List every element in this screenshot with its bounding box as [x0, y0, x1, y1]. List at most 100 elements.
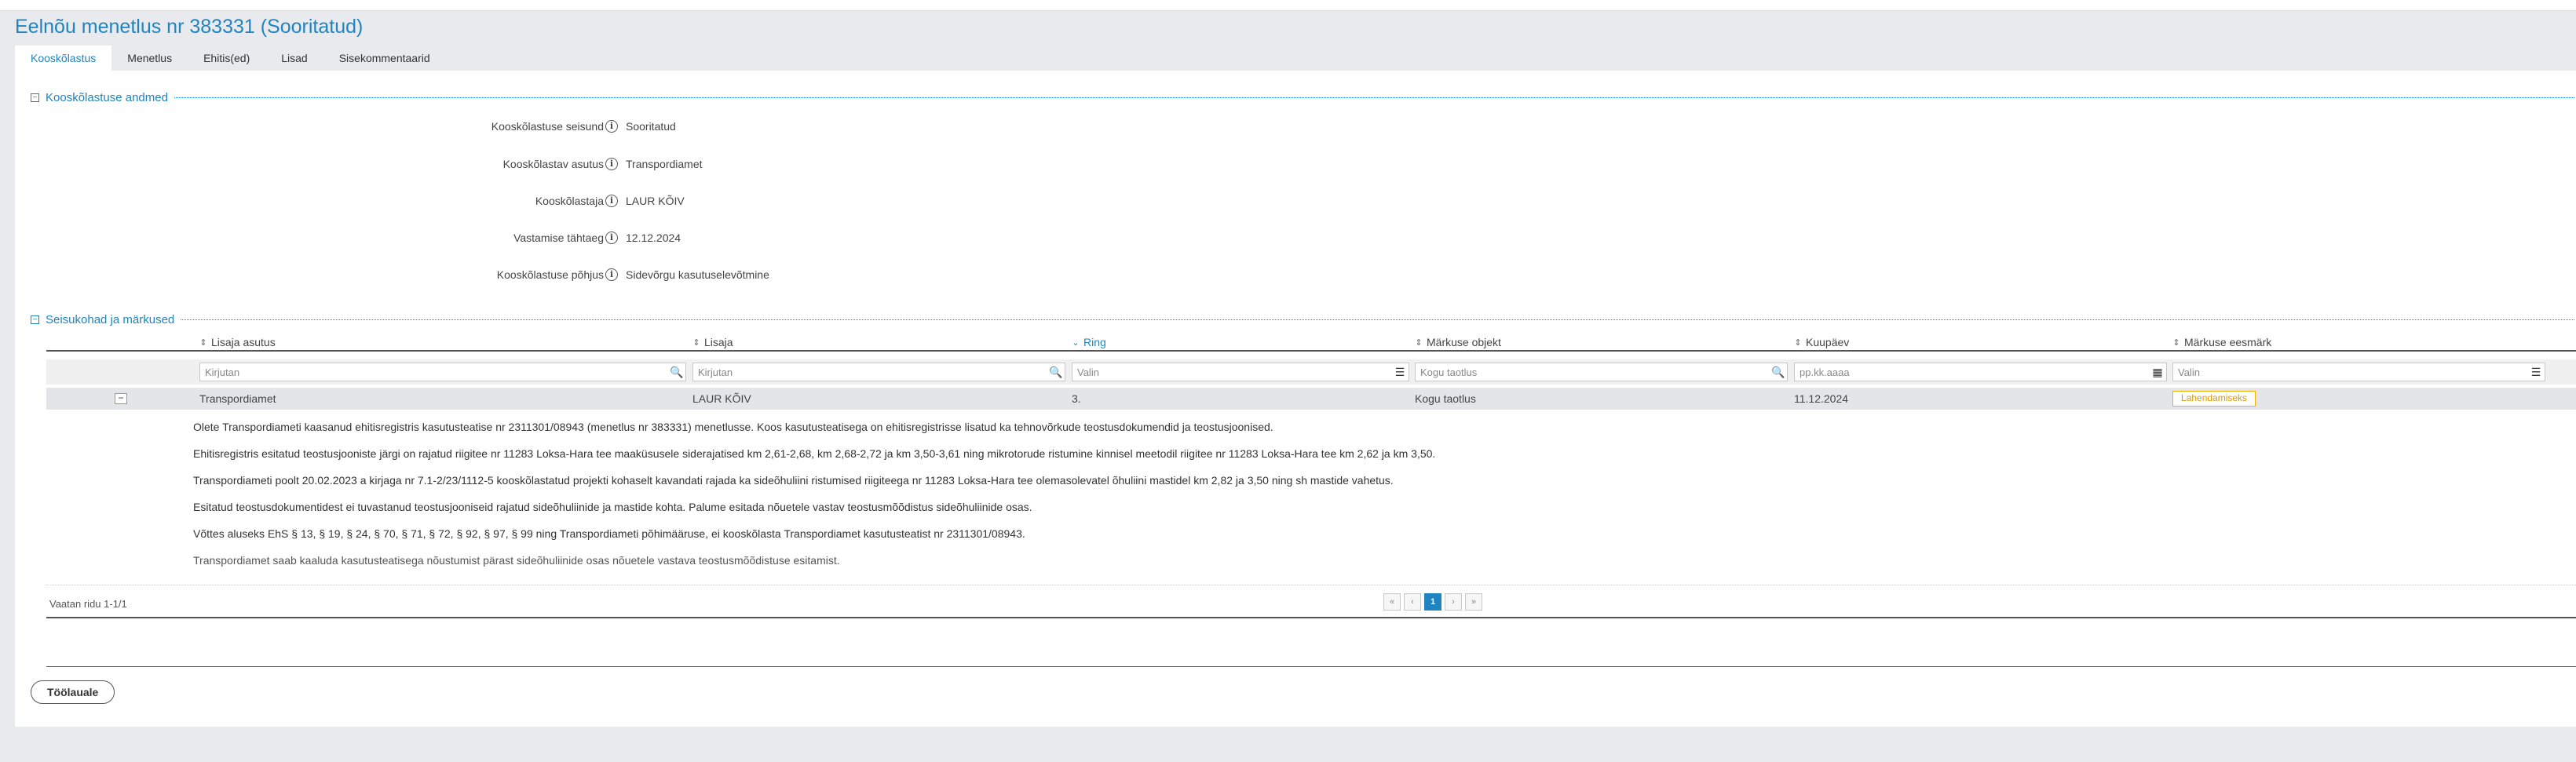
section-divider [174, 97, 2574, 98]
filter-row: 🔍 🔍 ☰ 🔍 ▦ ☰ [46, 359, 2576, 385]
search-icon[interactable]: 🔍 [1770, 366, 1787, 379]
filter-purpose: ☰ [2172, 363, 2545, 381]
filter-adder: 🔍 [692, 363, 1065, 381]
field-label: Kooskõlastuse põhjus [496, 268, 604, 281]
next-page-button[interactable]: › [1445, 593, 1462, 611]
field-approval-reason: Kooskõlastuse põhjus i Sidevõrgu kasutus… [15, 266, 957, 285]
field-label: Vastamise tähtaeg [513, 232, 604, 244]
pagination: « ‹ 1 › » [1383, 593, 1482, 611]
filter-date: ▦ [1794, 363, 2167, 381]
remarks-section-title: Seisukohad ja märkused [46, 312, 175, 326]
first-page-button[interactable]: « [1383, 593, 1401, 611]
field-deadline: Vastamise tähtaeg i 12.12.2024 [15, 229, 957, 248]
remark-paragraph: Transpordiamet saab kaaluda kasutusteati… [193, 554, 840, 567]
sort-icon: ⇕ [692, 337, 700, 348]
column-header-agency[interactable]: ⇕ Lisaja asutus [199, 336, 276, 348]
prev-page-button[interactable]: ‹ [1404, 593, 1421, 611]
search-icon[interactable]: 🔍 [1047, 366, 1065, 379]
field-approval-status: Kooskõlastuse seisund i Sooritatud [15, 118, 957, 137]
filter-agency-input[interactable] [200, 363, 668, 381]
column-label: Märkuse eesmärk [2184, 336, 2272, 348]
column-label: Märkuse objekt [1427, 336, 1501, 348]
collapse-icon[interactable]: − [31, 93, 39, 102]
cell-date: 11.12.2024 [1794, 392, 1849, 405]
grid-header: ⇕ Lisaja asutus ⇕ Lisaja ⌄ Ring ⇕ Märkus… [46, 334, 2576, 352]
filter-agency: 🔍 [199, 363, 686, 381]
calendar-icon[interactable]: ▦ [2149, 366, 2166, 379]
tab-panel: − Kooskõlastuse andmed Kooskõlastuse sei… [15, 71, 2576, 727]
sort-icon: ⇕ [199, 337, 207, 348]
cell-agency: Transpordiamet [199, 392, 276, 405]
field-approving-agency: Kooskõlastav asutus i Transpordiamet [15, 155, 957, 174]
filter-date-input[interactable] [1795, 363, 2149, 381]
column-label: Lisaja [704, 336, 733, 348]
field-value: Transpordiamet [626, 158, 703, 170]
current-page-button[interactable]: 1 [1424, 593, 1441, 611]
filter-round: ☰ [1072, 363, 1409, 381]
status-badge: Lahendamiseks [2172, 391, 2256, 407]
column-label: Lisaja asutus [211, 336, 276, 348]
filter-round-select[interactable] [1072, 363, 1391, 381]
info-icon[interactable]: i [605, 158, 618, 170]
field-value: LAUR KÕIV [626, 195, 685, 207]
tab-ehitised[interactable]: Ehitis(ed) [188, 46, 265, 71]
pager-status: Vaatan ridu 1-1/1 [49, 598, 127, 610]
footer-divider [46, 666, 2576, 667]
column-header-object[interactable]: ⇕ Märkuse objekt [1415, 336, 1501, 348]
pager-row: Vaatan ridu 1-1/1 « ‹ 1 › » [46, 585, 2576, 616]
approval-section-header[interactable]: − Kooskõlastuse andmed [31, 89, 2574, 105]
sort-icon: ⇕ [1415, 337, 1423, 348]
column-label: Ring [1083, 336, 1106, 348]
cell-round: 3. [1072, 392, 1081, 405]
column-header-round[interactable]: ⌄ Ring [1072, 336, 1106, 348]
remark-paragraph: Transpordiameti poolt 20.02.2023 a kirja… [193, 474, 1394, 487]
column-header-purpose[interactable]: ⇕ Märkuse eesmärk [2172, 336, 2271, 348]
collapse-icon[interactable]: − [31, 315, 39, 324]
cell-object: Kogu taotlus [1415, 392, 1476, 405]
info-icon[interactable]: i [605, 120, 618, 133]
sort-icon: ⇕ [1794, 337, 1802, 348]
remark-paragraph: Ehitisregistris esitatud teostusjooniste… [193, 447, 1436, 460]
section-divider [181, 319, 2574, 320]
table-bottom-border [46, 617, 2576, 618]
field-label: Kooskõlastav asutus [502, 158, 604, 170]
approval-section-title: Kooskõlastuse andmed [46, 90, 168, 104]
filter-purpose-select[interactable] [2173, 363, 2527, 381]
filter-object-input[interactable] [1416, 363, 1770, 381]
info-icon[interactable]: i [605, 195, 618, 207]
field-value: Sooritatud [626, 120, 676, 133]
sort-icon: ⇕ [2172, 337, 2180, 348]
table-row[interactable]: − Transpordiamet LAUR KÕIV 3. Kogu taotl… [46, 388, 2576, 410]
field-value: Sidevõrgu kasutuselevõtmine [626, 268, 769, 281]
list-icon[interactable]: ☰ [1391, 366, 1409, 379]
back-to-dashboard-button[interactable]: Töölauale [31, 680, 115, 704]
last-page-button[interactable]: » [1465, 593, 1482, 611]
field-value: 12.12.2024 [626, 232, 681, 244]
info-icon[interactable]: i [605, 232, 618, 244]
column-label: Kuupäev [1806, 336, 1850, 348]
field-approver: Kooskõlastaja i LAUR KÕIV [15, 192, 957, 211]
remark-paragraph: Võttes aluseks EhS § 13, § 19, § 24, § 7… [193, 527, 1025, 540]
remark-paragraph: Olete Transpordiameti kaasanud ehitisreg… [193, 421, 1273, 433]
list-icon[interactable]: ☰ [2527, 366, 2545, 379]
tab-kooskolastus[interactable]: Kooskõlastus [15, 46, 112, 71]
tab-lisad[interactable]: Lisad [265, 46, 323, 71]
remark-paragraph: Esitatud teostusdokumentidest ei tuvasta… [193, 501, 1032, 513]
column-header-adder[interactable]: ⇕ Lisaja [692, 336, 733, 348]
search-icon[interactable]: 🔍 [668, 366, 685, 379]
filter-adder-input[interactable] [693, 363, 1047, 381]
filter-object: 🔍 [1415, 363, 1788, 381]
field-label: Kooskõlastuse seisund [491, 120, 604, 133]
remarks-section-header[interactable]: − Seisukohad ja märkused [31, 312, 2574, 327]
top-bar [0, 0, 2576, 11]
tab-sisekommentaarid[interactable]: Sisekommentaarid [323, 46, 446, 71]
chevron-down-icon: ⌄ [1072, 337, 1080, 348]
tab-bar: Kooskõlastus Menetlus Ehitis(ed) Lisad S… [15, 46, 446, 71]
cell-adder: LAUR KÕIV [692, 392, 751, 405]
field-label: Kooskõlastaja [535, 195, 604, 207]
page-title: Eelnõu menetlus nr 383331 (Sooritatud) [15, 16, 364, 38]
column-header-date[interactable]: ⇕ Kuupäev [1794, 336, 1849, 348]
collapse-row-icon[interactable]: − [115, 393, 127, 404]
info-icon[interactable]: i [605, 268, 618, 281]
tab-menetlus[interactable]: Menetlus [111, 46, 188, 71]
